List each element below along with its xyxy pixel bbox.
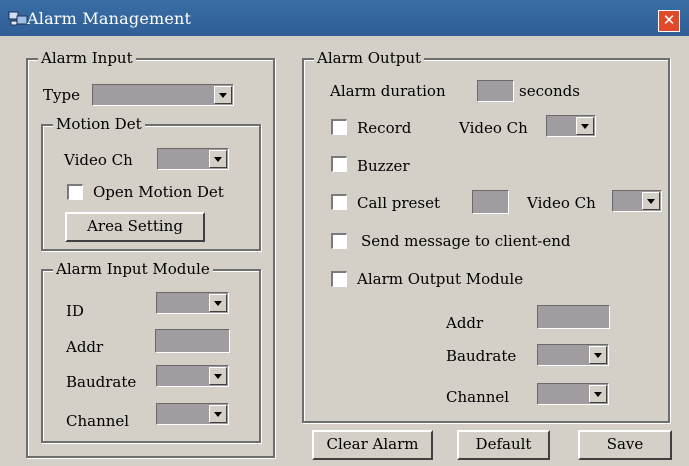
- area-setting-button[interactable]: Area Setting: [65, 212, 205, 242]
- module-addr-label: Addr: [66, 338, 104, 356]
- send-message-checkbox[interactable]: [331, 233, 347, 249]
- chevron-down-icon[interactable]: [209, 367, 227, 385]
- title-bar[interactable]: Alarm Management ✕: [0, 0, 689, 36]
- call-preset-input[interactable]: [472, 190, 509, 214]
- buzzer-checkbox[interactable]: [331, 156, 347, 172]
- record-checkbox[interactable]: [331, 119, 347, 135]
- call-preset-label: Call preset: [357, 194, 441, 212]
- output-baudrate-dropdown[interactable]: [537, 344, 609, 366]
- network-computer-icon: [8, 11, 28, 26]
- default-button[interactable]: Default: [457, 430, 550, 460]
- buzzer-label: Buzzer: [357, 157, 410, 175]
- record-label: Record: [357, 119, 412, 137]
- send-message-label: Send message to client-end: [361, 232, 571, 250]
- output-addr-input[interactable]: [537, 305, 610, 329]
- module-channel-label: Channel: [66, 412, 130, 430]
- alarm-duration-label: Alarm duration: [330, 82, 446, 100]
- module-id-label: ID: [66, 302, 84, 320]
- close-icon[interactable]: ✕: [658, 10, 680, 32]
- chevron-down-icon[interactable]: [209, 294, 227, 312]
- chevron-down-icon[interactable]: [576, 117, 594, 135]
- module-channel-dropdown[interactable]: [156, 403, 229, 425]
- module-addr-input[interactable]: [155, 329, 230, 353]
- output-baudrate-label: Baudrate: [446, 347, 517, 365]
- call-preset-checkbox[interactable]: [331, 194, 347, 210]
- alarm-output-module-checkbox[interactable]: [331, 271, 347, 287]
- alarm-input-legend: Alarm Input: [38, 49, 136, 67]
- alarm-duration-input[interactable]: [477, 80, 514, 102]
- output-addr-label: Addr: [446, 314, 484, 332]
- output-channel-dropdown[interactable]: [537, 383, 609, 405]
- alarm-output-module-label: Alarm Output Module: [357, 270, 524, 288]
- type-label: Type: [43, 86, 80, 104]
- call-preset-video-ch-label: Video Ch: [527, 194, 596, 212]
- motion-video-ch-label: Video Ch: [64, 151, 133, 169]
- module-baudrate-dropdown[interactable]: [156, 365, 229, 387]
- chevron-down-icon[interactable]: [209, 150, 227, 168]
- chevron-down-icon[interactable]: [589, 385, 607, 403]
- chevron-down-icon[interactable]: [589, 346, 607, 364]
- record-video-ch-label: Video Ch: [459, 119, 528, 137]
- motion-video-ch-dropdown[interactable]: [157, 148, 229, 170]
- chevron-down-icon[interactable]: [642, 192, 660, 210]
- clear-alarm-button[interactable]: Clear Alarm: [312, 430, 433, 460]
- chevron-down-icon[interactable]: [209, 405, 227, 423]
- type-dropdown[interactable]: [92, 84, 234, 106]
- module-id-dropdown[interactable]: [156, 292, 229, 314]
- seconds-label: seconds: [519, 82, 580, 100]
- call-preset-video-ch-dropdown[interactable]: [612, 190, 662, 212]
- record-video-ch-dropdown[interactable]: [546, 115, 596, 137]
- alarm-management-window: Alarm Management ✕ Alarm Input Type Moti…: [0, 0, 689, 466]
- open-motion-det-checkbox[interactable]: [67, 184, 83, 200]
- alarm-output-legend: Alarm Output: [314, 49, 425, 67]
- alarm-input-module-legend: Alarm Input Module: [53, 260, 213, 278]
- window-title: Alarm Management: [27, 9, 192, 28]
- module-baudrate-label: Baudrate: [66, 373, 137, 391]
- chevron-down-icon[interactable]: [214, 86, 232, 104]
- output-channel-label: Channel: [446, 388, 510, 406]
- open-motion-det-label: Open Motion Det: [93, 183, 224, 201]
- motion-det-legend: Motion Det: [53, 115, 145, 133]
- save-button[interactable]: Save: [578, 430, 672, 460]
